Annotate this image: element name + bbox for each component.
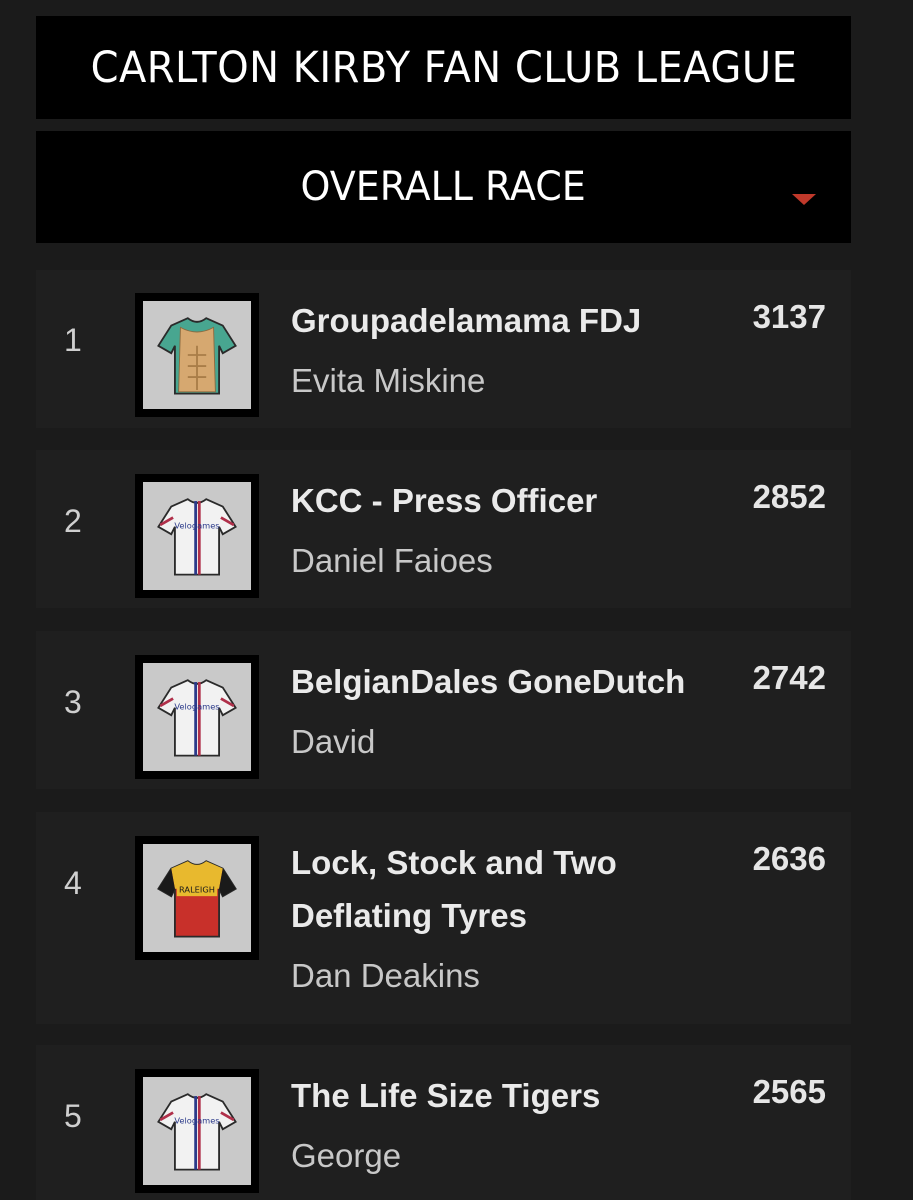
team-name: BelgianDales GoneDutch: [291, 663, 686, 700]
velogames-jersey-icon: Velogames: [157, 679, 237, 757]
manager-name: Evita Miskine: [291, 362, 486, 399]
rank-number: 2: [64, 503, 82, 539]
team-points: 2742: [752, 659, 826, 696]
standings-row[interactable]: 4 RALEIGH Lock, Stock and Two Deflating …: [36, 812, 851, 1024]
team-name: KCC - Press Officer: [291, 482, 598, 519]
manager-name: Dan Deakins: [291, 957, 480, 994]
caret-down-icon: [792, 194, 816, 205]
sixpack-jersey-icon: [157, 317, 237, 395]
rank-number: 1: [64, 322, 82, 358]
svg-text:Velogames: Velogames: [174, 1116, 219, 1126]
team-name: Groupadelamama FDJ: [291, 302, 642, 339]
race-selector-label: OVERALL RACE: [300, 164, 587, 210]
standings-row[interactable]: 2 Velogames KCC - Press Officer Daniel F…: [36, 450, 851, 608]
manager-name: George: [291, 1137, 402, 1174]
team-name: The Life Size Tigers: [291, 1077, 601, 1114]
manager-name: David: [291, 723, 376, 760]
svg-text:Velogames: Velogames: [174, 702, 219, 712]
team-points: 2636: [752, 840, 826, 877]
standings-row[interactable]: 1 Groupadelamama FDJ Evita Miskine 3137: [36, 270, 851, 428]
velogames-jersey-icon: Velogames: [157, 1093, 237, 1171]
race-selector[interactable]: OVERALL RACE: [36, 131, 851, 243]
standings-row[interactable]: 5 Velogames The Life Size Tigers George …: [36, 1045, 851, 1200]
team-points: 2852: [752, 478, 826, 515]
team-points: 2565: [752, 1073, 826, 1110]
jersey-avatar: Velogames: [135, 474, 259, 598]
velogames-jersey-icon: Velogames: [157, 498, 237, 576]
team-points: 3137: [752, 298, 826, 335]
standings-row[interactable]: 3 Velogames BelgianDales GoneDutch David…: [36, 631, 851, 789]
manager-name: Daniel Faioes: [291, 542, 493, 579]
team-name: Lock, Stock and Two Deflating Tyres: [291, 844, 617, 934]
rank-number: 5: [64, 1098, 82, 1134]
jersey-avatar: Velogames: [135, 1069, 259, 1193]
rank-number: 4: [64, 865, 82, 901]
jersey-avatar: [135, 293, 259, 417]
svg-text:Velogames: Velogames: [174, 521, 219, 531]
jersey-avatar: Velogames: [135, 655, 259, 779]
league-header: CARLTON KIRBY FAN CLUB LEAGUE: [36, 16, 851, 119]
svg-text:RALEIGH: RALEIGH: [179, 884, 215, 894]
jersey-avatar: RALEIGH: [135, 836, 259, 960]
raleigh-jersey-icon: RALEIGH: [157, 860, 237, 938]
league-title: CARLTON KIRBY FAN CLUB LEAGUE: [90, 42, 797, 93]
rank-number: 3: [64, 684, 82, 720]
